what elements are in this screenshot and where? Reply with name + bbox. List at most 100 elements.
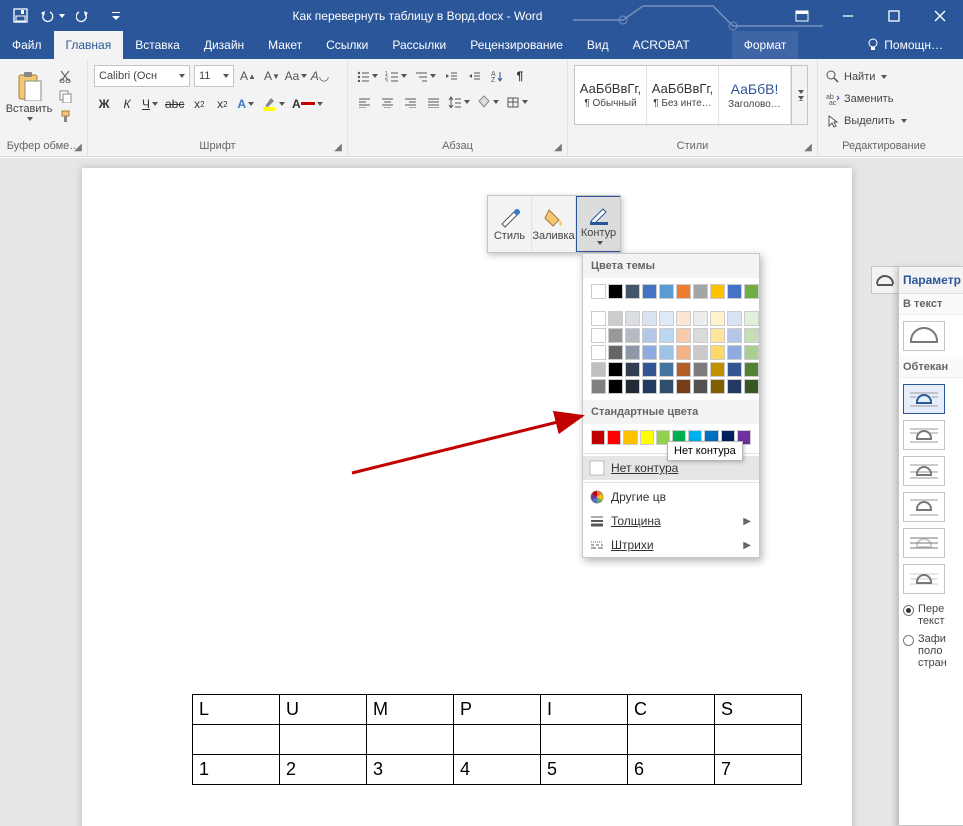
color-swatch[interactable] xyxy=(659,328,674,343)
table-cell[interactable] xyxy=(193,725,280,755)
clear-formatting-button[interactable]: A◡ xyxy=(310,65,330,87)
radio-fix-position[interactable]: Зафи поло стран xyxy=(899,630,963,672)
color-swatch[interactable] xyxy=(642,311,657,326)
color-swatch[interactable] xyxy=(625,379,640,394)
font-dialog-launcher[interactable]: ◢ xyxy=(331,140,345,154)
grow-font-button[interactable]: A▲ xyxy=(238,65,258,87)
wrap-inline[interactable] xyxy=(903,321,945,351)
format-painter-button[interactable] xyxy=(56,107,74,125)
bullets-button[interactable] xyxy=(354,65,380,87)
find-button[interactable]: Найти xyxy=(824,67,909,87)
table-cell[interactable]: 7 xyxy=(715,755,802,785)
color-swatch[interactable] xyxy=(727,362,742,377)
color-swatch[interactable] xyxy=(693,284,708,299)
font-size-combo[interactable]: 11 xyxy=(194,65,234,87)
multilevel-button[interactable] xyxy=(412,65,438,87)
tab-layout[interactable]: Макет xyxy=(256,31,314,59)
font-name-combo[interactable]: Calibri (Осн xyxy=(94,65,190,87)
ribbon-display-button[interactable] xyxy=(779,0,825,31)
document-canvas[interactable]: L U M P I C S 1 2 3 4 xyxy=(0,158,963,826)
tab-home[interactable]: Главная xyxy=(54,31,124,59)
color-swatch[interactable] xyxy=(693,362,708,377)
table-cell[interactable]: I xyxy=(541,695,628,725)
color-swatch[interactable] xyxy=(710,345,725,360)
color-swatch[interactable] xyxy=(591,284,606,299)
color-swatch[interactable] xyxy=(710,284,725,299)
color-swatch[interactable] xyxy=(659,284,674,299)
color-swatch[interactable] xyxy=(744,362,759,377)
color-swatch[interactable] xyxy=(659,345,674,360)
color-swatch[interactable] xyxy=(727,345,742,360)
select-button[interactable]: Выделить xyxy=(824,111,909,131)
color-swatch[interactable] xyxy=(659,379,674,394)
show-marks-button[interactable]: ¶ xyxy=(510,65,530,87)
close-button[interactable] xyxy=(917,0,963,31)
color-swatch[interactable] xyxy=(591,345,606,360)
layout-options-tab[interactable] xyxy=(871,266,899,294)
style-normal[interactable]: АаБбВвГг, ¶ Обычный xyxy=(575,66,647,124)
shading-button[interactable] xyxy=(475,91,501,113)
color-swatch[interactable] xyxy=(608,328,623,343)
table-cell[interactable]: S xyxy=(715,695,802,725)
table-cell[interactable] xyxy=(628,725,715,755)
borders-button[interactable] xyxy=(504,91,530,113)
color-swatch[interactable] xyxy=(640,430,654,445)
style-heading1[interactable]: АаБбВ! Заголово… xyxy=(719,66,791,124)
wrap-front[interactable] xyxy=(903,564,945,594)
tab-format[interactable]: Формат xyxy=(732,31,799,59)
text-effects-button[interactable]: A xyxy=(235,93,256,115)
color-swatch[interactable] xyxy=(710,379,725,394)
color-swatch[interactable] xyxy=(744,284,759,299)
color-swatch[interactable] xyxy=(642,345,657,360)
save-button[interactable] xyxy=(6,2,34,30)
color-swatch[interactable] xyxy=(727,379,742,394)
color-swatch[interactable] xyxy=(608,284,623,299)
color-swatch[interactable] xyxy=(591,362,606,377)
table-cell[interactable] xyxy=(454,725,541,755)
table-cell[interactable]: 6 xyxy=(628,755,715,785)
color-swatch[interactable] xyxy=(676,284,691,299)
subscript-button[interactable]: x2 xyxy=(189,93,209,115)
tell-me-area[interactable]: Помощн… xyxy=(866,31,963,59)
align-left-button[interactable] xyxy=(354,91,374,113)
color-swatch[interactable] xyxy=(727,284,742,299)
font-color-button[interactable]: A xyxy=(290,93,325,115)
wrap-through[interactable] xyxy=(903,456,945,486)
page[interactable]: L U M P I C S 1 2 3 4 xyxy=(82,168,852,826)
color-swatch[interactable] xyxy=(591,328,606,343)
color-swatch[interactable] xyxy=(659,311,674,326)
numbering-button[interactable]: 123 xyxy=(383,65,409,87)
mini-fill-button[interactable]: Заливка xyxy=(532,196,576,252)
color-swatch[interactable] xyxy=(608,311,623,326)
justify-button[interactable] xyxy=(423,91,443,113)
color-swatch[interactable] xyxy=(710,328,725,343)
color-swatch[interactable] xyxy=(642,379,657,394)
maximize-button[interactable] xyxy=(871,0,917,31)
color-swatch[interactable] xyxy=(727,328,742,343)
styles-more-button[interactable] xyxy=(791,66,807,124)
align-center-button[interactable] xyxy=(377,91,397,113)
change-case-button[interactable]: Aa xyxy=(286,65,306,87)
color-swatch[interactable] xyxy=(676,345,691,360)
strikethrough-button[interactable]: abc xyxy=(163,93,186,115)
table-cell[interactable]: 3 xyxy=(367,755,454,785)
color-swatch[interactable] xyxy=(625,362,640,377)
color-swatch[interactable] xyxy=(659,362,674,377)
styles-gallery[interactable]: АаБбВвГг, ¶ Обычный АаБбВвГг, ¶ Без инте… xyxy=(574,65,808,125)
color-swatch[interactable] xyxy=(607,430,621,445)
tab-acrobat[interactable]: ACROBAT xyxy=(621,31,702,59)
table-cell[interactable]: 4 xyxy=(454,755,541,785)
color-swatch[interactable] xyxy=(608,379,623,394)
table-cell[interactable] xyxy=(715,725,802,755)
color-swatch[interactable] xyxy=(693,328,708,343)
color-swatch[interactable] xyxy=(591,430,605,445)
copy-button[interactable] xyxy=(56,87,74,105)
wrap-tight[interactable] xyxy=(903,420,945,450)
tab-references[interactable]: Ссылки xyxy=(314,31,380,59)
highlight-button[interactable] xyxy=(259,93,287,115)
tab-mailings[interactable]: Рассылки xyxy=(380,31,458,59)
styles-dialog-launcher[interactable]: ◢ xyxy=(801,140,815,154)
color-swatch[interactable] xyxy=(744,379,759,394)
mini-style-button[interactable]: Стиль xyxy=(488,196,532,252)
superscript-button[interactable]: x2 xyxy=(212,93,232,115)
